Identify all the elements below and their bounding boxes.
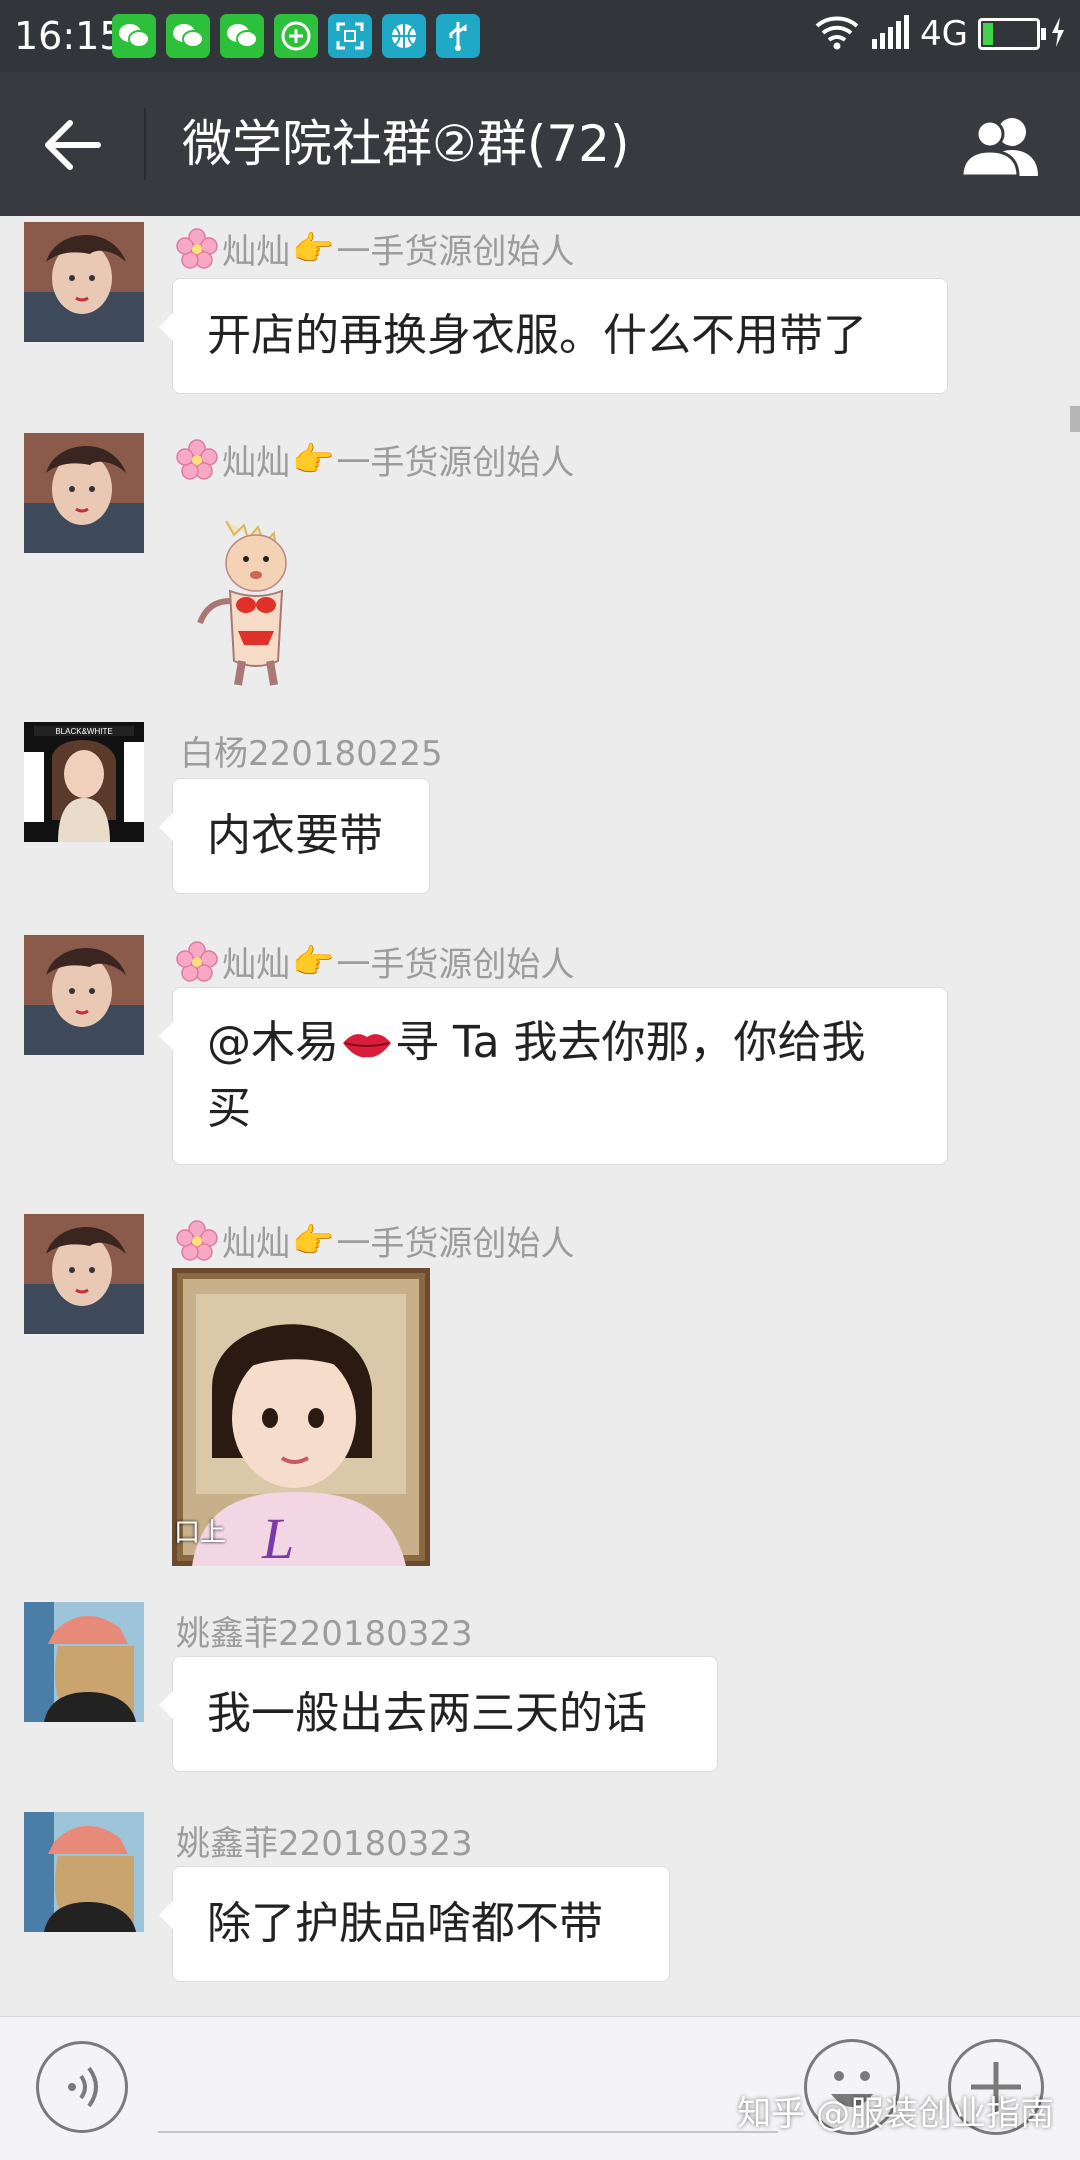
message-bubble[interactable]: 我一般出去两三天的话: [159, 1656, 718, 1772]
wifi-icon: [814, 14, 860, 54]
battery-icon: [978, 18, 1046, 50]
sender-name: 灿灿 👉 一手货源创始人: [176, 435, 574, 484]
signal-icon: [870, 15, 910, 53]
voice-input-button[interactable]: [36, 2041, 128, 2133]
message-text: 我一般出去两三天的话: [207, 1688, 647, 1739]
back-arrow-icon: [45, 120, 101, 170]
status-time: 16:15: [14, 14, 124, 58]
notification-icons: [112, 14, 480, 58]
message-bubble[interactable]: @木易寻 Ta 我去你那，你给我 买: [159, 987, 948, 1165]
wechat-icon: [166, 14, 210, 58]
wechat-icon: [220, 14, 264, 58]
kiss-lips-icon: [343, 1034, 391, 1058]
pointing-hand-icon: 👉: [292, 941, 335, 982]
sender-name: 姚鑫菲220180323: [176, 1614, 473, 1654]
group-members-icon: [960, 118, 1038, 178]
sender-name: 灿灿 👉 一手货源创始人: [176, 937, 574, 986]
sender-name: 姚鑫菲220180323: [176, 1824, 473, 1864]
avatar[interactable]: [24, 433, 144, 553]
status-bar: 16:15 4G: [0, 0, 1080, 72]
usb-icon: [436, 14, 480, 58]
message-text: 除了护肤品啥都不带: [207, 1898, 603, 1949]
cherry-blossom-icon: [176, 1219, 218, 1261]
basketball-app-icon: [382, 14, 426, 58]
message-bubble[interactable]: 除了护肤品啥都不带: [159, 1866, 670, 1982]
plus-app-icon: [274, 14, 318, 58]
avatar[interactable]: [24, 1812, 144, 1932]
avatar[interactable]: [24, 935, 144, 1055]
cherry-blossom-icon: [176, 438, 218, 480]
pointing-hand-icon: 👉: [292, 439, 335, 480]
avatar[interactable]: [24, 1602, 144, 1722]
network-type: 4G: [920, 14, 968, 54]
voice-wave-icon: [68, 2066, 98, 2108]
message-text-line2: 买: [207, 1083, 251, 1134]
cherry-blossom-icon: [176, 940, 218, 982]
chat-title: 微学院社群②群(72): [182, 115, 630, 173]
chat-header: 微学院社群②群(72): [0, 72, 1080, 216]
scan-app-icon: [328, 14, 372, 58]
image-caption: 口上: [174, 1518, 227, 1548]
status-right-group: 4G: [814, 14, 1066, 54]
cherry-blossom-icon: [176, 227, 218, 269]
baby-dancing-sticker[interactable]: [196, 511, 316, 691]
pointing-hand-icon: 👉: [292, 1220, 335, 1261]
svg-text:L: L: [261, 1506, 294, 1566]
message-bubble[interactable]: 开店的再换身衣服。什么不用带了: [159, 278, 948, 394]
message-input[interactable]: [158, 2131, 778, 2133]
message-text: 内衣要带: [207, 810, 383, 861]
sender-name: 灿灿 👉 一手货源创始人: [176, 224, 574, 273]
avatar[interactable]: [24, 222, 144, 342]
avatar[interactable]: [24, 1214, 144, 1334]
sender-name: 灿灿 👉 一手货源创始人: [176, 1216, 574, 1265]
wechat-icon: [112, 14, 156, 58]
scrollbar-thumb[interactable]: [1070, 406, 1080, 432]
watermark: 知乎 @服装创业指南: [737, 2094, 1054, 2134]
message-text: @木易寻 Ta 我去你那，你给我: [207, 1017, 866, 1068]
battery-level: [983, 23, 993, 45]
little-girl-photo[interactable]: L 口上: [172, 1268, 430, 1566]
chat-screen: 16:15 4G 微学院社群②群(72) 灿灿 👉 一手货源创始人 开店的再换身…: [0, 0, 1080, 2160]
avatar[interactable]: BLACK&WHITE: [24, 722, 144, 842]
header-divider: [144, 108, 146, 180]
charging-icon: [1050, 17, 1066, 51]
message-bubble[interactable]: 内衣要带: [159, 778, 430, 894]
back-button[interactable]: [36, 110, 106, 180]
sender-name: 白杨220180225: [180, 734, 443, 774]
pointing-hand-icon: 👉: [292, 228, 335, 269]
group-members-button[interactable]: [958, 114, 1044, 178]
message-text: 开店的再换身衣服。什么不用带了: [207, 310, 867, 361]
svg-text:BLACK&WHITE: BLACK&WHITE: [55, 727, 112, 736]
